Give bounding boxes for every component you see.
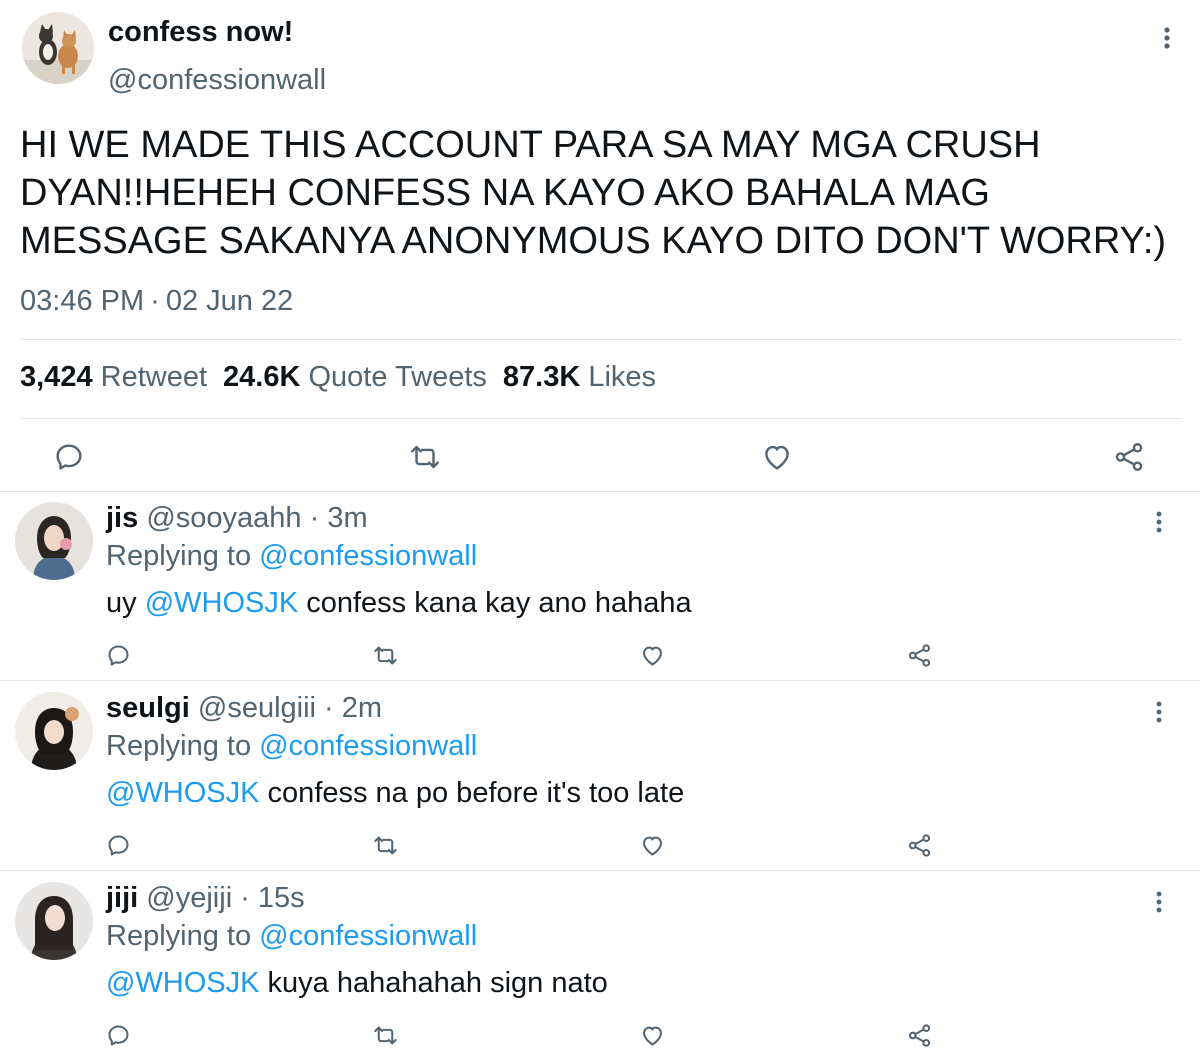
reply-display-name[interactable]: seulgi xyxy=(106,692,190,724)
mention-link[interactable]: @WHOSJK xyxy=(106,967,260,999)
reply-text-suffix: kuya hahahahah sign nato xyxy=(259,967,608,999)
quote-stat[interactable]: 24.6K Quote Tweets xyxy=(223,361,503,393)
reply-separator: · xyxy=(301,502,328,534)
replying-to: Replying to @confessionwall xyxy=(106,730,477,763)
avatar[interactable] xyxy=(15,502,93,580)
retweet-stat[interactable]: 3,424 Retweet xyxy=(20,361,223,393)
user-handle[interactable]: @confessionwall xyxy=(108,64,326,97)
reply-icon[interactable] xyxy=(105,642,132,669)
tweet-thread: confess now! @confessionwall HI WE MADE … xyxy=(0,0,1200,1061)
quote-count: 24.6K xyxy=(223,361,301,393)
avatar-image xyxy=(15,882,93,960)
divider xyxy=(0,870,1200,871)
reply-time[interactable]: 3m xyxy=(327,502,367,534)
divider xyxy=(0,680,1200,681)
more-vertical-icon[interactable] xyxy=(1147,508,1171,536)
display-name[interactable]: confess now! xyxy=(108,16,293,49)
retweet-icon[interactable] xyxy=(372,832,399,859)
reply-separator: · xyxy=(315,692,342,724)
like-icon[interactable] xyxy=(639,642,666,669)
cats-avatar-image xyxy=(22,12,94,84)
mention-link[interactable]: @WHOSJK xyxy=(106,777,260,809)
tweet-time: 03:46 PM xyxy=(20,285,145,317)
reply-text: @WHOSJK confess na po before it's too la… xyxy=(106,777,684,810)
retweet-icon[interactable] xyxy=(408,440,442,474)
reply-display-name[interactable]: jiji xyxy=(106,882,138,914)
reply-time[interactable]: 15s xyxy=(258,882,305,914)
replying-to-mention[interactable]: @confessionwall xyxy=(259,540,477,572)
tweet-stats: 3,424 Retweet 24.6K Quote Tweets 87.3K Lik… xyxy=(20,361,672,394)
mention-link[interactable]: @WHOSJK xyxy=(145,587,299,619)
retweet-label: Retweet xyxy=(100,361,208,393)
reply-text-suffix: confess kana kay ano hahaha xyxy=(298,587,692,619)
reply-text: @WHOSJK kuya hahahahah sign nato xyxy=(106,967,608,1000)
avatar[interactable] xyxy=(15,882,93,960)
reply-text-suffix: confess na po before it's too late xyxy=(259,777,685,809)
reply-icon[interactable] xyxy=(52,440,86,474)
share-icon[interactable] xyxy=(906,832,933,859)
retweet-count: 3,424 xyxy=(20,361,93,393)
replying-to-mention[interactable]: @confessionwall xyxy=(259,730,477,762)
likes-count: 87.3K xyxy=(502,361,581,393)
reply-header: jis @sooyaahh · 3m xyxy=(106,502,368,535)
like-icon[interactable] xyxy=(639,832,666,859)
divider xyxy=(20,339,1182,340)
main-tweet: confess now! @confessionwall HI WE MADE … xyxy=(0,0,1200,492)
reply-header: seulgi @seulgiii · 2m xyxy=(106,692,382,725)
replying-to: Replying to @confessionwall xyxy=(106,920,477,953)
reply-handle[interactable]: @sooyaahh xyxy=(146,502,301,534)
reply-header: jiji @yejiji · 15s xyxy=(106,882,305,915)
tweet-text: HI WE MADE THIS ACCOUNT PARA SA MAY MGA … xyxy=(20,124,1167,262)
reply-handle[interactable]: @seulgiii xyxy=(198,692,316,724)
replying-label: Replying to xyxy=(106,730,252,762)
replying-label: Replying to xyxy=(106,540,252,572)
avatar-image xyxy=(15,502,93,580)
reply-tweet[interactable]: seulgi @seulgiii · 2m Replying to @confe… xyxy=(0,682,1200,872)
tweet-timestamp[interactable]: 03:46 PM · 02 Jun 22 xyxy=(20,285,293,318)
reply-text: uy @WHOSJK confess kana kay ano hahaha xyxy=(106,587,692,620)
reply-handle[interactable]: @yejiji xyxy=(146,882,232,914)
retweet-icon[interactable] xyxy=(372,642,399,669)
reply-text-prefix: uy xyxy=(106,587,145,619)
retweet-icon[interactable] xyxy=(372,1022,399,1049)
avatar-image xyxy=(15,692,93,770)
share-icon[interactable] xyxy=(906,1022,933,1049)
quote-label: Quote Tweets xyxy=(308,361,487,393)
avatar[interactable] xyxy=(15,692,93,770)
replying-label: Replying to xyxy=(106,920,252,952)
more-vertical-icon[interactable] xyxy=(1147,888,1171,916)
share-icon[interactable] xyxy=(1112,440,1146,474)
divider xyxy=(20,418,1182,419)
likes-label: Likes xyxy=(588,361,657,393)
likes-stat[interactable]: 87.3K Likes xyxy=(503,361,672,393)
replying-to: Replying to @confessionwall xyxy=(106,540,477,573)
reply-icon[interactable] xyxy=(105,832,132,859)
more-vertical-icon[interactable] xyxy=(1155,24,1179,52)
more-vertical-icon[interactable] xyxy=(1147,698,1171,726)
replying-to-mention[interactable]: @confessionwall xyxy=(259,920,477,952)
reply-icon[interactable] xyxy=(105,1022,132,1049)
share-icon[interactable] xyxy=(906,642,933,669)
tweet-date: 02 Jun 22 xyxy=(165,285,294,317)
reply-separator: · xyxy=(232,882,258,914)
reply-tweet[interactable]: jiji @yejiji · 15s Replying to @confessi… xyxy=(0,872,1200,1061)
timestamp-separator: · xyxy=(150,285,160,317)
avatar[interactable] xyxy=(22,12,94,84)
reply-display-name[interactable]: jis xyxy=(106,502,138,534)
reply-time[interactable]: 2m xyxy=(342,692,382,724)
like-icon[interactable] xyxy=(760,440,794,474)
like-icon[interactable] xyxy=(639,1022,666,1049)
reply-tweet[interactable]: jis @sooyaahh · 3m Replying to @confessi… xyxy=(0,492,1200,682)
